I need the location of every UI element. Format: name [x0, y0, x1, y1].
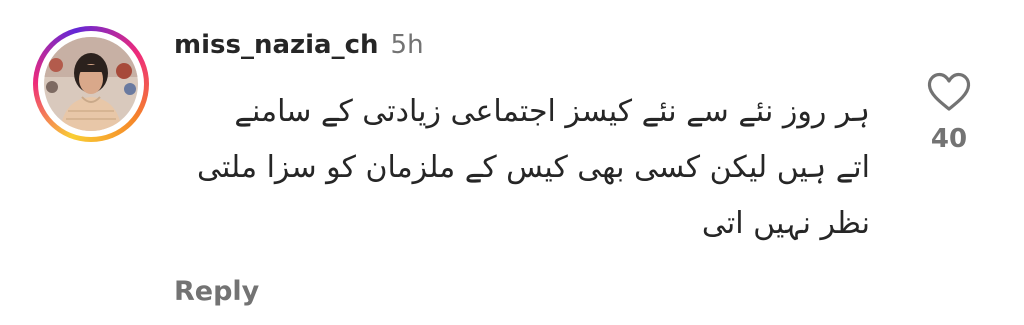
profile-photo	[44, 37, 138, 131]
comment-text-line: ہر روز نئے سے نئے کیسز اجتماعی زیادتی کے…	[234, 94, 870, 129]
avatar-story-ring[interactable]	[33, 26, 149, 142]
like-button[interactable]	[926, 72, 972, 112]
heart-outline-icon	[927, 72, 971, 111]
reply-button[interactable]: Reply	[174, 276, 259, 307]
comment-text: ہر روز نئے سے نئے کیسز اجتماعی زیادتی کے…	[170, 84, 870, 252]
comment-text-line: نظر نہیں اتی	[701, 206, 870, 241]
like-count: 40	[930, 124, 968, 154]
avatar[interactable]	[44, 37, 138, 131]
comment-header: miss_nazia_ch 5h	[174, 30, 424, 70]
comment-item: miss_nazia_ch 5h ہر روز نئے سے نئے کیسز …	[0, 0, 1024, 325]
username[interactable]: miss_nazia_ch	[174, 30, 379, 60]
timestamp: 5h	[390, 30, 424, 60]
comment-text-line: اتے ہیں لیکن کسی بھی کیس کے ملزمان کو سز…	[196, 150, 870, 185]
